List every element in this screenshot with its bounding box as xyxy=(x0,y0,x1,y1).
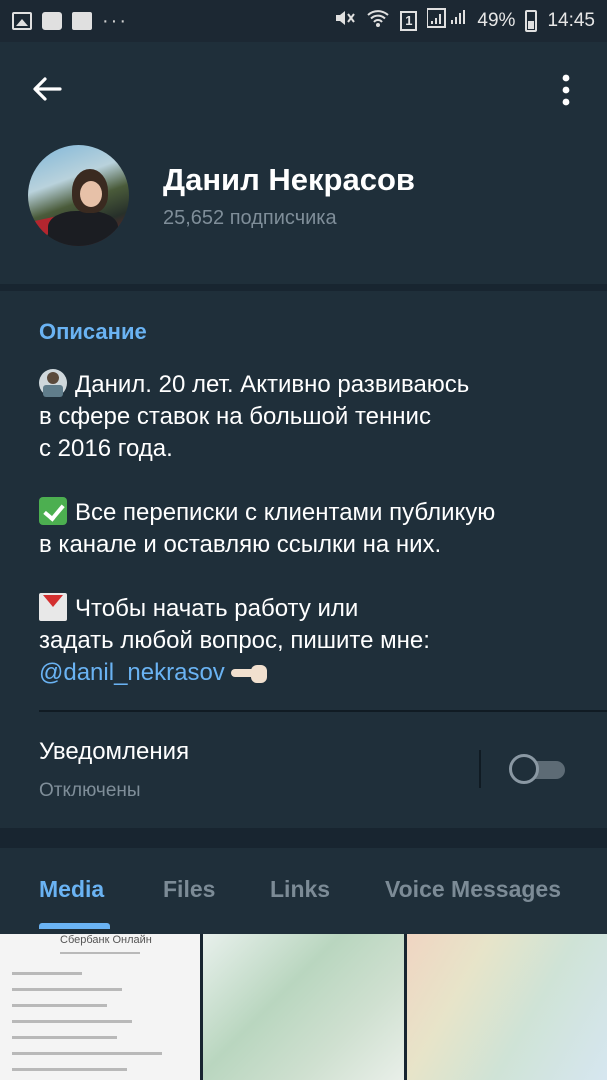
status-bar: ··· 1 49% 14:45 xyxy=(0,0,607,42)
toggle-separator xyxy=(479,750,481,788)
flipboard-notification-icon xyxy=(72,12,92,30)
battery-percent: 49% xyxy=(477,10,516,31)
pointing-left-emoji-icon xyxy=(231,657,271,685)
more-vertical-icon xyxy=(562,74,570,106)
envelope-emoji-icon xyxy=(39,593,67,621)
description-text[interactable]: Данил. 20 лет. Активно развиваюсь в сфер… xyxy=(39,369,584,689)
notifications-label[interactable]: Уведомления xyxy=(39,738,189,766)
signal-icon xyxy=(426,8,467,34)
clock: 14:45 xyxy=(547,10,595,31)
more-notifications-icon: ··· xyxy=(102,9,128,32)
notifications-toggle[interactable] xyxy=(509,754,565,784)
media-grid: Сбербанк Онлайн xyxy=(0,934,607,1080)
more-options-button[interactable] xyxy=(554,72,578,108)
sim-indicator: 1 xyxy=(400,11,418,31)
tab-media[interactable]: Media xyxy=(39,876,104,903)
message-notification-icon xyxy=(42,12,62,30)
username-link[interactable]: @danil_nekrasov xyxy=(39,659,225,686)
battery-icon xyxy=(525,10,538,32)
active-tab-indicator xyxy=(39,923,110,929)
gallery-notification-icon xyxy=(12,12,32,30)
description-paragraph: Все переписки с клиентами публикую в кан… xyxy=(39,497,496,558)
status-bar-left: ··· xyxy=(12,10,128,33)
media-thumbnail[interactable] xyxy=(407,934,607,1080)
media-thumbnail[interactable]: Сбербанк Онлайн xyxy=(0,934,200,1080)
tab-files[interactable]: Files xyxy=(163,876,215,903)
mute-icon xyxy=(334,8,356,34)
channel-info-section: Описание Данил. 20 лет. Активно развиваю… xyxy=(0,291,607,828)
status-bar-right: 1 49% 14:45 xyxy=(334,8,595,34)
channel-header: Данил Некрасов 25,652 подписчика xyxy=(0,42,607,284)
channel-avatar[interactable] xyxy=(28,145,129,246)
wifi-icon xyxy=(366,8,390,34)
tab-voice-messages[interactable]: Voice Messages xyxy=(385,876,561,903)
description-label: Описание xyxy=(39,319,147,344)
tab-links[interactable]: Links xyxy=(270,876,330,903)
channel-name: Данил Некрасов xyxy=(163,162,415,197)
back-button[interactable] xyxy=(30,72,64,106)
section-divider xyxy=(39,710,607,712)
technologist-emoji-icon xyxy=(39,369,67,397)
arrow-left-icon xyxy=(33,77,62,101)
receipt-title: Сбербанк Онлайн xyxy=(60,934,152,946)
shared-media-tabs: Media Files Links Voice Messages xyxy=(0,848,607,934)
description-paragraph: Данил. 20 лет. Активно развиваюсь в сфер… xyxy=(39,369,470,462)
subscriber-count: 25,652 подписчика xyxy=(163,207,337,229)
media-thumbnail[interactable] xyxy=(203,934,404,1080)
notifications-status: Отключены xyxy=(39,780,141,801)
check-mark-emoji-icon xyxy=(39,497,67,525)
description-paragraph: Чтобы начать работу или задать любой воп… xyxy=(39,593,430,686)
